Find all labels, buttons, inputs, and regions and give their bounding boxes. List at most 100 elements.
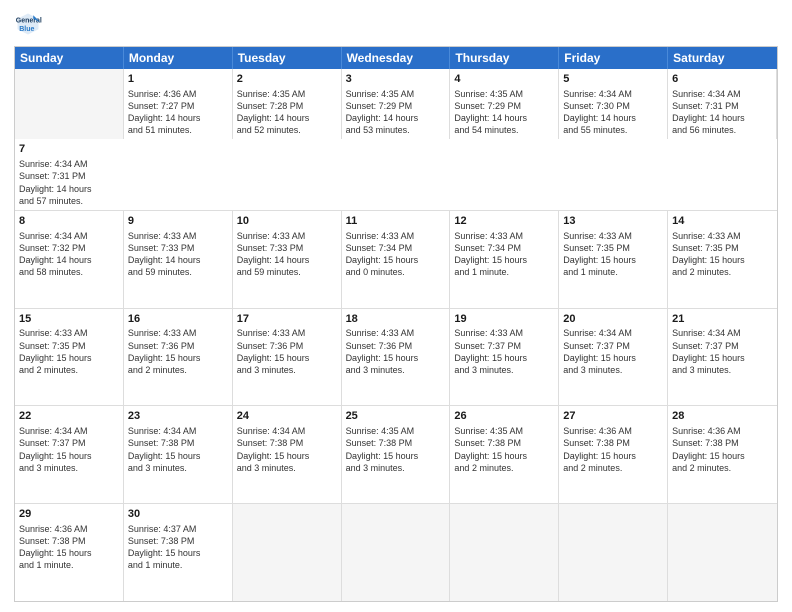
day-number: 19 (454, 312, 554, 327)
day-info: Sunrise: 4:34 AMSunset: 7:37 PMDaylight:… (19, 425, 119, 474)
day-number: 21 (672, 312, 773, 327)
day-number: 15 (19, 312, 119, 327)
logo-icon: General Blue (14, 10, 42, 38)
day-info: Sunrise: 4:34 AMSunset: 7:30 PMDaylight:… (563, 88, 663, 137)
calendar-body: 1Sunrise: 4:36 AMSunset: 7:27 PMDaylight… (15, 69, 777, 601)
day-cell-14: 14Sunrise: 4:33 AMSunset: 7:35 PMDayligh… (668, 211, 777, 308)
day-info: Sunrise: 4:33 AMSunset: 7:35 PMDaylight:… (672, 230, 773, 279)
calendar-row-2: 15Sunrise: 4:33 AMSunset: 7:35 PMDayligh… (15, 309, 777, 407)
day-info: Sunrise: 4:36 AMSunset: 7:38 PMDaylight:… (563, 425, 663, 474)
day-cell-4: 4Sunrise: 4:35 AMSunset: 7:29 PMDaylight… (450, 69, 559, 139)
day-cell-2: 2Sunrise: 4:35 AMSunset: 7:28 PMDaylight… (233, 69, 342, 139)
day-info: Sunrise: 4:35 AMSunset: 7:38 PMDaylight:… (454, 425, 554, 474)
day-number: 26 (454, 409, 554, 424)
day-number: 27 (563, 409, 663, 424)
day-cell-5: 5Sunrise: 4:34 AMSunset: 7:30 PMDaylight… (559, 69, 668, 139)
day-cell-1: 1Sunrise: 4:36 AMSunset: 7:27 PMDaylight… (124, 69, 233, 139)
day-cell-22: 22Sunrise: 4:34 AMSunset: 7:37 PMDayligh… (15, 406, 124, 503)
day-number: 16 (128, 312, 228, 327)
day-info: Sunrise: 4:36 AMSunset: 7:38 PMDaylight:… (19, 523, 119, 572)
calendar-row-4: 29Sunrise: 4:36 AMSunset: 7:38 PMDayligh… (15, 504, 777, 601)
day-info: Sunrise: 4:34 AMSunset: 7:31 PMDaylight:… (19, 158, 120, 207)
day-info: Sunrise: 4:33 AMSunset: 7:36 PMDaylight:… (237, 327, 337, 376)
day-number: 30 (128, 507, 228, 522)
empty-cell (559, 504, 668, 601)
day-number: 28 (672, 409, 773, 424)
day-info: Sunrise: 4:34 AMSunset: 7:37 PMDaylight:… (563, 327, 663, 376)
day-cell-30: 30Sunrise: 4:37 AMSunset: 7:38 PMDayligh… (124, 504, 233, 601)
day-info: Sunrise: 4:34 AMSunset: 7:37 PMDaylight:… (672, 327, 773, 376)
day-number: 1 (128, 72, 228, 87)
calendar-row-1: 8Sunrise: 4:34 AMSunset: 7:32 PMDaylight… (15, 211, 777, 309)
day-number: 7 (19, 142, 120, 157)
day-cell-28: 28Sunrise: 4:36 AMSunset: 7:38 PMDayligh… (668, 406, 777, 503)
day-number: 20 (563, 312, 663, 327)
empty-cell (233, 504, 342, 601)
day-number: 17 (237, 312, 337, 327)
day-cell-11: 11Sunrise: 4:33 AMSunset: 7:34 PMDayligh… (342, 211, 451, 308)
header: General Blue (14, 10, 778, 38)
day-cell-25: 25Sunrise: 4:35 AMSunset: 7:38 PMDayligh… (342, 406, 451, 503)
day-cell-17: 17Sunrise: 4:33 AMSunset: 7:36 PMDayligh… (233, 309, 342, 406)
day-cell-23: 23Sunrise: 4:34 AMSunset: 7:38 PMDayligh… (124, 406, 233, 503)
day-cell-9: 9Sunrise: 4:33 AMSunset: 7:33 PMDaylight… (124, 211, 233, 308)
day-cell-21: 21Sunrise: 4:34 AMSunset: 7:37 PMDayligh… (668, 309, 777, 406)
day-number: 2 (237, 72, 337, 87)
day-cell-16: 16Sunrise: 4:33 AMSunset: 7:36 PMDayligh… (124, 309, 233, 406)
day-cell-19: 19Sunrise: 4:33 AMSunset: 7:37 PMDayligh… (450, 309, 559, 406)
day-info: Sunrise: 4:34 AMSunset: 7:38 PMDaylight:… (128, 425, 228, 474)
day-cell-12: 12Sunrise: 4:33 AMSunset: 7:34 PMDayligh… (450, 211, 559, 308)
header-day-thursday: Thursday (450, 47, 559, 69)
day-info: Sunrise: 4:36 AMSunset: 7:38 PMDaylight:… (672, 425, 773, 474)
header-day-wednesday: Wednesday (342, 47, 451, 69)
day-cell-24: 24Sunrise: 4:34 AMSunset: 7:38 PMDayligh… (233, 406, 342, 503)
day-cell-29: 29Sunrise: 4:36 AMSunset: 7:38 PMDayligh… (15, 504, 124, 601)
day-info: Sunrise: 4:34 AMSunset: 7:31 PMDaylight:… (672, 88, 772, 137)
day-cell-20: 20Sunrise: 4:34 AMSunset: 7:37 PMDayligh… (559, 309, 668, 406)
day-info: Sunrise: 4:33 AMSunset: 7:37 PMDaylight:… (454, 327, 554, 376)
header-day-sunday: Sunday (15, 47, 124, 69)
calendar-row-0: 1Sunrise: 4:36 AMSunset: 7:27 PMDaylight… (15, 69, 777, 211)
day-number: 24 (237, 409, 337, 424)
day-cell-3: 3Sunrise: 4:35 AMSunset: 7:29 PMDaylight… (342, 69, 451, 139)
page: General Blue SundayMondayTuesdayWednesda… (0, 0, 792, 612)
day-number: 11 (346, 214, 446, 229)
logo: General Blue (14, 10, 46, 38)
day-number: 14 (672, 214, 773, 229)
day-info: Sunrise: 4:37 AMSunset: 7:38 PMDaylight:… (128, 523, 228, 572)
day-info: Sunrise: 4:33 AMSunset: 7:36 PMDaylight:… (128, 327, 228, 376)
calendar-row-3: 22Sunrise: 4:34 AMSunset: 7:37 PMDayligh… (15, 406, 777, 504)
header-day-monday: Monday (124, 47, 233, 69)
day-cell-6: 6Sunrise: 4:34 AMSunset: 7:31 PMDaylight… (668, 69, 777, 139)
day-info: Sunrise: 4:35 AMSunset: 7:29 PMDaylight:… (454, 88, 554, 137)
day-cell-27: 27Sunrise: 4:36 AMSunset: 7:38 PMDayligh… (559, 406, 668, 503)
day-info: Sunrise: 4:33 AMSunset: 7:35 PMDaylight:… (19, 327, 119, 376)
day-info: Sunrise: 4:35 AMSunset: 7:29 PMDaylight:… (346, 88, 446, 137)
day-info: Sunrise: 4:33 AMSunset: 7:33 PMDaylight:… (128, 230, 228, 279)
day-info: Sunrise: 4:33 AMSunset: 7:34 PMDaylight:… (346, 230, 446, 279)
day-number: 22 (19, 409, 119, 424)
day-cell-18: 18Sunrise: 4:33 AMSunset: 7:36 PMDayligh… (342, 309, 451, 406)
header-day-saturday: Saturday (668, 47, 777, 69)
day-number: 3 (346, 72, 446, 87)
day-info: Sunrise: 4:34 AMSunset: 7:32 PMDaylight:… (19, 230, 119, 279)
day-number: 25 (346, 409, 446, 424)
day-number: 13 (563, 214, 663, 229)
day-info: Sunrise: 4:35 AMSunset: 7:38 PMDaylight:… (346, 425, 446, 474)
day-cell-8: 8Sunrise: 4:34 AMSunset: 7:32 PMDaylight… (15, 211, 124, 308)
day-number: 18 (346, 312, 446, 327)
empty-cell (668, 504, 777, 601)
day-number: 8 (19, 214, 119, 229)
day-cell-7: 7Sunrise: 4:34 AMSunset: 7:31 PMDaylight… (15, 139, 124, 209)
empty-cell (342, 504, 451, 601)
day-cell-10: 10Sunrise: 4:33 AMSunset: 7:33 PMDayligh… (233, 211, 342, 308)
day-number: 6 (672, 72, 772, 87)
svg-text:Blue: Blue (19, 26, 34, 33)
day-number: 9 (128, 214, 228, 229)
day-number: 4 (454, 72, 554, 87)
day-info: Sunrise: 4:33 AMSunset: 7:36 PMDaylight:… (346, 327, 446, 376)
day-number: 12 (454, 214, 554, 229)
day-cell-26: 26Sunrise: 4:35 AMSunset: 7:38 PMDayligh… (450, 406, 559, 503)
empty-cell (450, 504, 559, 601)
day-info: Sunrise: 4:33 AMSunset: 7:33 PMDaylight:… (237, 230, 337, 279)
